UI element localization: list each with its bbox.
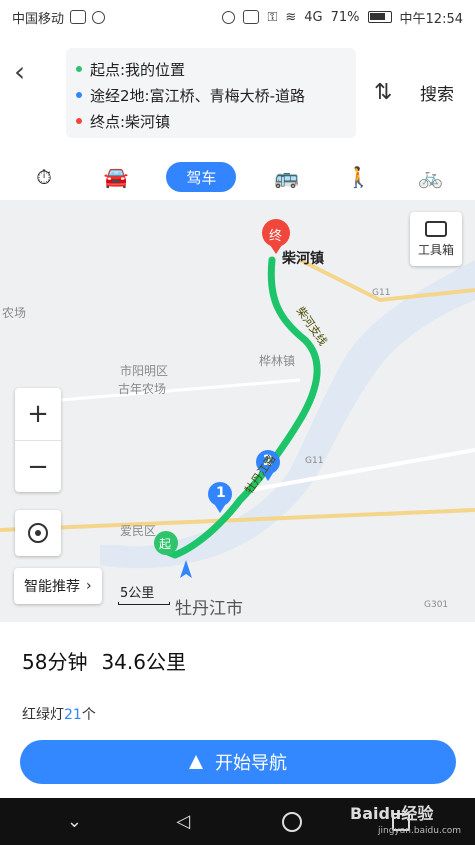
lights-suffix: 个 [81,707,96,723]
route-summary-box[interactable]: 起点:我的位置 途经2地:富江桥、青梅大桥-道路 终点:柴河镇 [66,48,356,138]
swap-icon[interactable]: ⇅ [374,80,392,105]
road-label: G301 [424,600,449,610]
start-marker-label: 起 [159,537,172,551]
baidu-watermark: Baidu经验 [350,804,434,823]
transport-mode-tabs: ⏱ 🚘 驾车 🚌 🚶 🚲 [0,154,475,200]
signal-label: 4G [304,9,323,25]
toolbox-label: 工具箱 [417,242,454,257]
hd-icon [243,10,260,24]
clock: 中午12:54 [399,11,463,27]
bicycle-icon: 🚲 [418,165,444,189]
home-button[interactable] [280,810,304,834]
area-label: 桦林镇 [259,354,296,368]
end-row[interactable]: 终点:柴河镇 [76,108,346,134]
tab-bus[interactable]: 🚌 [265,162,309,192]
lights-prefix: 红绿灯 [22,707,64,723]
via-row[interactable]: 途经2地:富江桥、青梅大桥-道路 [76,82,346,108]
chevron-down-icon[interactable]: ⌄ [62,810,86,834]
locate-icon [28,523,48,543]
route-line[interactable] [164,256,321,559]
watermark-url: jingyan.baidu.com [378,826,462,836]
start-row[interactable]: 起点:我的位置 [76,56,346,82]
via-label: 途经2地:富江桥、青梅大桥-道路 [90,86,306,105]
waypoint-1-label: 1 [216,485,226,501]
area-label: 农场 [2,306,27,320]
app-notification-icon [92,10,106,24]
scale-bar [118,602,170,605]
tab-taxi[interactable]: ⏱ [22,162,66,192]
start-label: 起点:我的位置 [90,60,186,79]
road-line [249,448,475,492]
locate-button[interactable] [15,510,61,556]
tab-walk[interactable]: 🚶 [337,162,381,192]
tab-carpool[interactable]: 🚘 [94,162,138,192]
smart-recommend-button[interactable]: 智能推荐 › [14,568,102,604]
area-label: 爱民区 [120,524,157,538]
traffic-lights-info: 红绿灯21个 [22,704,96,724]
wifi-icon: ≋ [285,9,297,25]
scale-label: 5公里 [120,586,155,601]
stopwatch-icon: ⏱ [36,165,52,189]
zoom-control: + − [15,388,61,492]
toolbox-button[interactable]: 工具箱 [410,212,462,266]
walk-icon: 🚶 [346,165,372,189]
location-icon [222,10,236,24]
zoom-out-button[interactable]: − [15,440,61,492]
battery-icon [367,11,392,23]
chevron-right-icon: › [86,578,92,594]
destination-name: 柴河镇 [282,251,324,267]
navigation-arrow-icon [189,755,203,769]
end-label: 终点:柴河镇 [90,112,171,131]
start-navigation-button[interactable]: 开始导航 [20,740,456,784]
carrier-label: 中国移动 [12,11,65,27]
zoom-in-button[interactable]: + [15,388,61,440]
key-icon: ⚿ [267,9,278,25]
road-label: G11 [305,456,324,466]
search-button[interactable]: 搜索 [420,80,454,105]
bus-icon: 🚌 [274,165,299,189]
start-navigation-label: 开始导航 [215,753,287,774]
road-label: G11 [372,288,391,298]
via-dot [76,92,82,98]
route-info-panel[interactable]: 58分钟 34.6公里 红绿灯21个 [0,622,475,736]
area-label: 市阳明区 [120,364,169,378]
route-time: 58分钟 [22,650,88,674]
route-map[interactable]: 终 2 1 起 柴河镇 柴河支线 G11 G11 G301 牡丹江路 市阳明区 … [0,200,475,622]
route-header: ‹ 起点:我的位置 途经2地:富江桥、青梅大桥-道路 终点:柴河镇 ⇅ 搜索 [0,34,475,154]
lights-count: 21 [64,707,82,723]
smart-recommend-label: 智能推荐 [24,579,80,595]
destination-marker-label: 终 [269,229,283,244]
waypoint-1-tail [213,502,227,513]
tab-drive[interactable]: 驾车 [166,162,237,192]
road-line [59,378,301,402]
back-triangle-icon[interactable]: ◁ [171,810,195,834]
tab-bike[interactable]: 🚲 [409,162,453,192]
home-circle-icon [281,811,302,832]
area-label: 古年农场 [118,382,167,396]
route-distance: 34.6公里 [101,650,186,674]
notification-icon [70,10,87,24]
route-summary: 58分钟 34.6公里 [22,646,186,675]
status-bar: 中国移动 ⚿ ≋ 4G 71% 中午12:54 [0,0,475,34]
battery-percent: 71% [330,9,360,25]
back-arrow-icon[interactable]: ‹ [14,54,42,90]
car-people-icon: 🚘 [103,165,129,189]
start-dot [76,66,82,72]
map-canvas [0,219,475,578]
toolbox-icon [425,220,447,237]
city-label: 牡丹江市 [175,599,243,619]
end-dot [76,118,82,124]
